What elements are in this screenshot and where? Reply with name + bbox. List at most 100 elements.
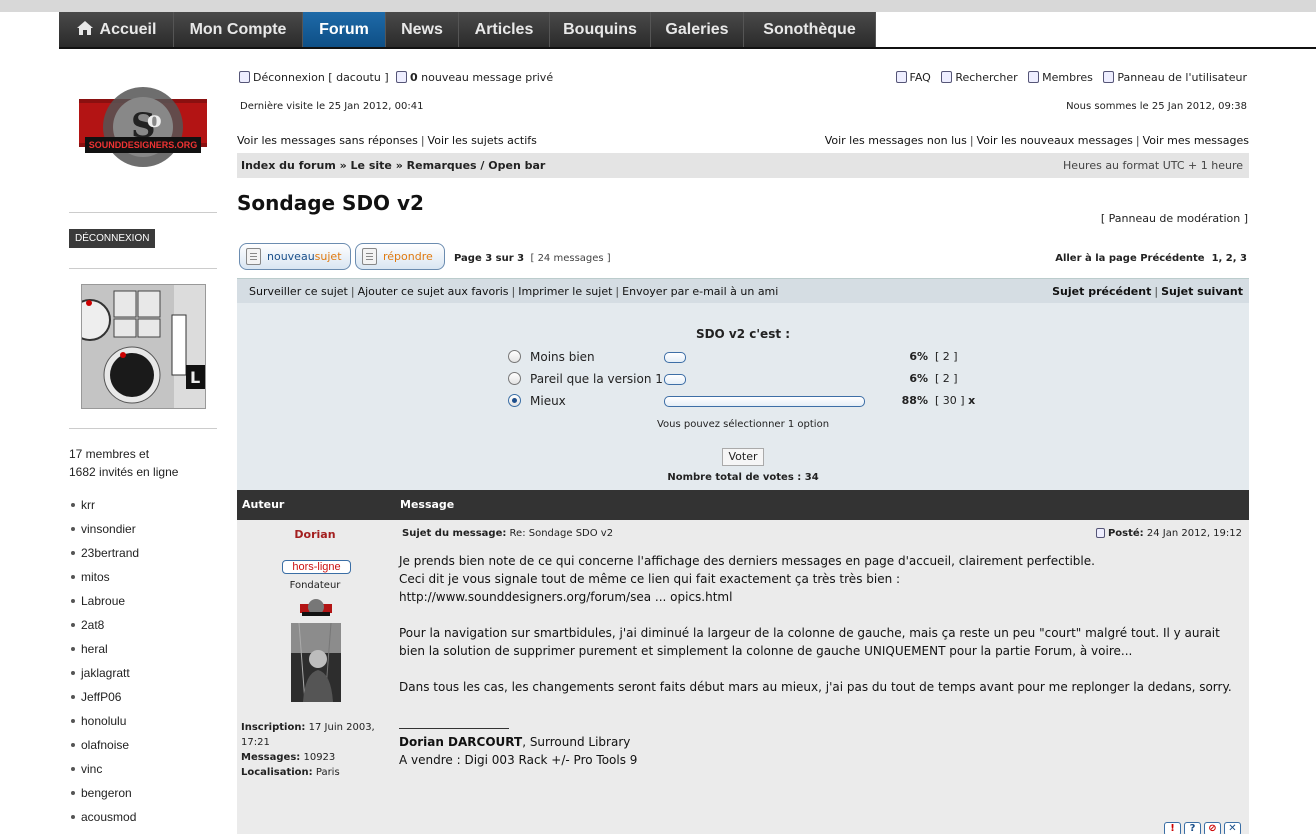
logout-link[interactable]: Déconnexion [ dacoutu ] xyxy=(239,71,389,84)
logout-button[interactable]: DÉCONNEXION xyxy=(69,229,156,248)
member-name[interactable]: honolulu xyxy=(81,714,126,728)
reply-button[interactable]: répondre xyxy=(355,243,445,270)
next-topic-link[interactable]: Sujet suivant xyxy=(1161,285,1243,298)
member-name[interactable]: jaklagratt xyxy=(81,666,130,680)
list-item[interactable]: acousmod xyxy=(69,805,139,829)
post-subject: Sujet du message: Re: Sondage SDO v2 xyxy=(402,528,613,539)
members-link[interactable]: Membres xyxy=(1028,71,1093,84)
poll-radio[interactable] xyxy=(508,372,521,385)
btn-label: répondre xyxy=(383,250,433,263)
breadcrumb-path[interactable]: Index du forum » Le site » Remarques / O… xyxy=(241,159,545,172)
print-topic-link[interactable]: Imprimer le sujet xyxy=(518,285,612,298)
member-name[interactable]: vinc xyxy=(81,762,102,776)
list-item[interactable]: vinsondier xyxy=(69,517,139,541)
private-messages-link[interactable]: 0 nouveau message privé xyxy=(396,71,553,84)
page-info: Page 3 sur 3 [ 24 messages ] xyxy=(454,253,611,264)
warn-icon[interactable]: ⊘ xyxy=(1204,822,1221,834)
list-item[interactable]: 2at8 xyxy=(69,613,139,637)
bullet-icon xyxy=(71,550,75,555)
logout-icon xyxy=(239,71,250,83)
member-name[interactable]: acousmod xyxy=(81,810,136,824)
unread-link[interactable]: Voir les messages non lus xyxy=(825,134,967,147)
nav-item-articles[interactable]: Articles xyxy=(459,12,550,47)
vote-button[interactable]: Voter xyxy=(722,448,764,466)
separator: | xyxy=(615,285,620,298)
user-panel-link[interactable]: Panneau de l'utilisateur xyxy=(1103,71,1247,84)
member-name[interactable]: heral xyxy=(81,642,108,656)
member-name[interactable]: JeffP06 xyxy=(81,690,121,704)
member-name[interactable]: 23bertrand xyxy=(81,546,139,560)
post-controls: !? ⊘ ✕ xyxy=(1161,821,1241,834)
watch-topic-link[interactable]: Surveiller ce sujet xyxy=(249,285,348,298)
poll-radio-selected[interactable] xyxy=(508,394,521,407)
member-name[interactable]: Labroue xyxy=(81,594,125,608)
faq-link[interactable]: FAQ xyxy=(895,71,931,84)
unanswered-link[interactable]: Voir les messages sans réponses xyxy=(237,134,418,147)
email-friend-link[interactable]: Envoyer par e-mail à un ami xyxy=(622,285,778,298)
moderation-panel-link[interactable]: [ Panneau de modération ] xyxy=(1101,212,1248,225)
joined-time: 17:21 xyxy=(241,737,270,748)
nav-item-accueil[interactable]: Accueil xyxy=(59,12,174,47)
post-link[interactable]: http://www.sounddesigners.org/forum/sea … xyxy=(399,590,732,604)
list-item[interactable]: bengeron xyxy=(69,781,139,805)
list-item[interactable]: JeffP06 xyxy=(69,685,139,709)
list-item[interactable]: Labroue xyxy=(69,589,139,613)
list-item[interactable]: honolulu xyxy=(69,709,139,733)
list-item[interactable]: krr xyxy=(69,493,139,517)
header-dates-row: Dernière visite le 25 Jan 2012, 00:41 No… xyxy=(237,101,1249,115)
page-links[interactable]: 1, 2, 3 xyxy=(1212,253,1247,264)
member-name[interactable]: olafnoise xyxy=(81,738,129,752)
member-name[interactable]: bengeron xyxy=(81,786,132,800)
nav-item-forum[interactable]: Forum xyxy=(303,12,386,47)
poll-count-text: [ 30 ] xyxy=(935,394,965,407)
list-item[interactable]: olafnoise xyxy=(69,733,139,757)
post-icon[interactable] xyxy=(1095,528,1105,538)
nav-item-bouquins[interactable]: Bouquins xyxy=(550,12,651,47)
nav-item-sonotheque[interactable]: Sonothèque xyxy=(744,12,876,47)
nav-label: Bouquins xyxy=(563,21,637,38)
poll-radio[interactable] xyxy=(508,350,521,363)
poll-panel: SDO v2 c'est : Moins bien 6% [ 2 ] Parei… xyxy=(237,303,1249,490)
bullet-icon xyxy=(71,502,75,507)
member-name[interactable]: krr xyxy=(81,498,95,512)
add-favorite-link[interactable]: Ajouter ce sujet aux favoris xyxy=(358,285,509,298)
nav-item-galeries[interactable]: Galeries xyxy=(651,12,744,47)
member-name[interactable]: 2at8 xyxy=(81,618,104,632)
list-item[interactable]: 23bertrand xyxy=(69,541,139,565)
list-item[interactable]: vinc xyxy=(69,757,139,781)
site-logo[interactable]: S o SOUNDDESIGNERS.ORG xyxy=(79,85,207,175)
poll-note: Vous pouvez sélectionner 1 option xyxy=(656,419,830,430)
nav-label: Forum xyxy=(319,21,369,38)
nav-item-news[interactable]: News xyxy=(386,12,459,47)
post-text: Je prends bien note de ce qui concerne l… xyxy=(399,554,1095,568)
logo-text: SOUNDDESIGNERS.ORG xyxy=(88,140,198,150)
poll-total-votes: Nombre total de votes : 34 xyxy=(667,472,819,483)
list-item[interactable]: heral xyxy=(69,637,139,661)
member-name[interactable]: vinsondier xyxy=(81,522,136,536)
bullet-icon xyxy=(71,670,75,675)
post-date: Posté: 24 Jan 2012, 19:12 xyxy=(1095,528,1242,539)
goto-page-label[interactable]: Aller à la page Précédente xyxy=(1055,253,1204,264)
report-icon[interactable]: ! xyxy=(1164,822,1181,834)
info-icon[interactable]: ? xyxy=(1184,822,1201,834)
plugin-ad-image[interactable]: L xyxy=(81,284,206,409)
list-item[interactable]: mitos xyxy=(69,565,139,589)
search-link[interactable]: Rechercher xyxy=(941,71,1018,84)
poll-count: [ 2 ] xyxy=(935,350,958,363)
page-title[interactable]: Sondage SDO v2 xyxy=(237,191,424,215)
my-messages-link[interactable]: Voir mes messages xyxy=(1143,134,1249,147)
list-item[interactable]: jaklagratt xyxy=(69,661,139,685)
previous-topic-link[interactable]: Sujet précédent xyxy=(1052,285,1151,298)
subject-value: Re: Sondage SDO v2 xyxy=(509,528,614,539)
post-author-name[interactable]: Dorian xyxy=(237,528,393,541)
signature-divider xyxy=(399,728,509,729)
new-topic-button[interactable]: nouveausujet xyxy=(239,243,351,270)
delete-icon[interactable]: ✕ xyxy=(1224,822,1241,834)
new-messages-link[interactable]: Voir les nouveaux messages xyxy=(977,134,1133,147)
header-right-links: FAQ Rechercher Membres Panneau de l'util… xyxy=(895,71,1247,84)
pm-text: nouveau message privé xyxy=(421,71,554,84)
plugin-image: L xyxy=(82,285,205,408)
nav-item-mon-compte[interactable]: Mon Compte xyxy=(174,12,303,47)
member-name[interactable]: mitos xyxy=(81,570,110,584)
active-topics-link[interactable]: Voir les sujets actifs xyxy=(428,134,537,147)
